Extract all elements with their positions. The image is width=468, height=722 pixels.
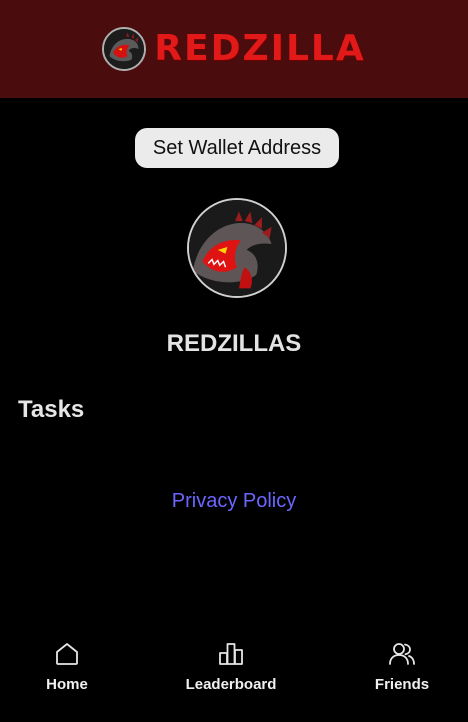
set-wallet-address-button[interactable]: Set Wallet Address [135,128,339,168]
top-header: REDZILLA [0,0,468,98]
nav-label-leaderboard: Leaderboard [185,676,277,693]
brand-wordmark: REDZILLA [154,28,366,69]
bottom-nav: Home Leaderboard Friends [0,630,468,722]
tasks-heading: Tasks [18,396,85,423]
home-icon [53,640,81,668]
brand-logo: REDZILLA [102,27,365,71]
app-root: REDZILLA Set Wallet Address REDZILLAS Ta… [0,0,468,722]
nav-label-friends: Friends [374,676,430,693]
leaderboard-icon [217,640,245,668]
redzilla-avatar-icon [187,198,287,298]
friends-icon [388,640,416,668]
nav-item-home[interactable]: Home [45,640,89,693]
nav-label-home: Home [46,676,88,693]
redzilla-logo-icon [102,27,147,71]
nav-item-leaderboard[interactable]: Leaderboard [183,640,279,693]
profile-username: REDZILLAS [166,330,302,357]
privacy-policy-link[interactable]: Privacy Policy [0,490,468,513]
nav-item-friends[interactable]: Friends [369,640,435,693]
